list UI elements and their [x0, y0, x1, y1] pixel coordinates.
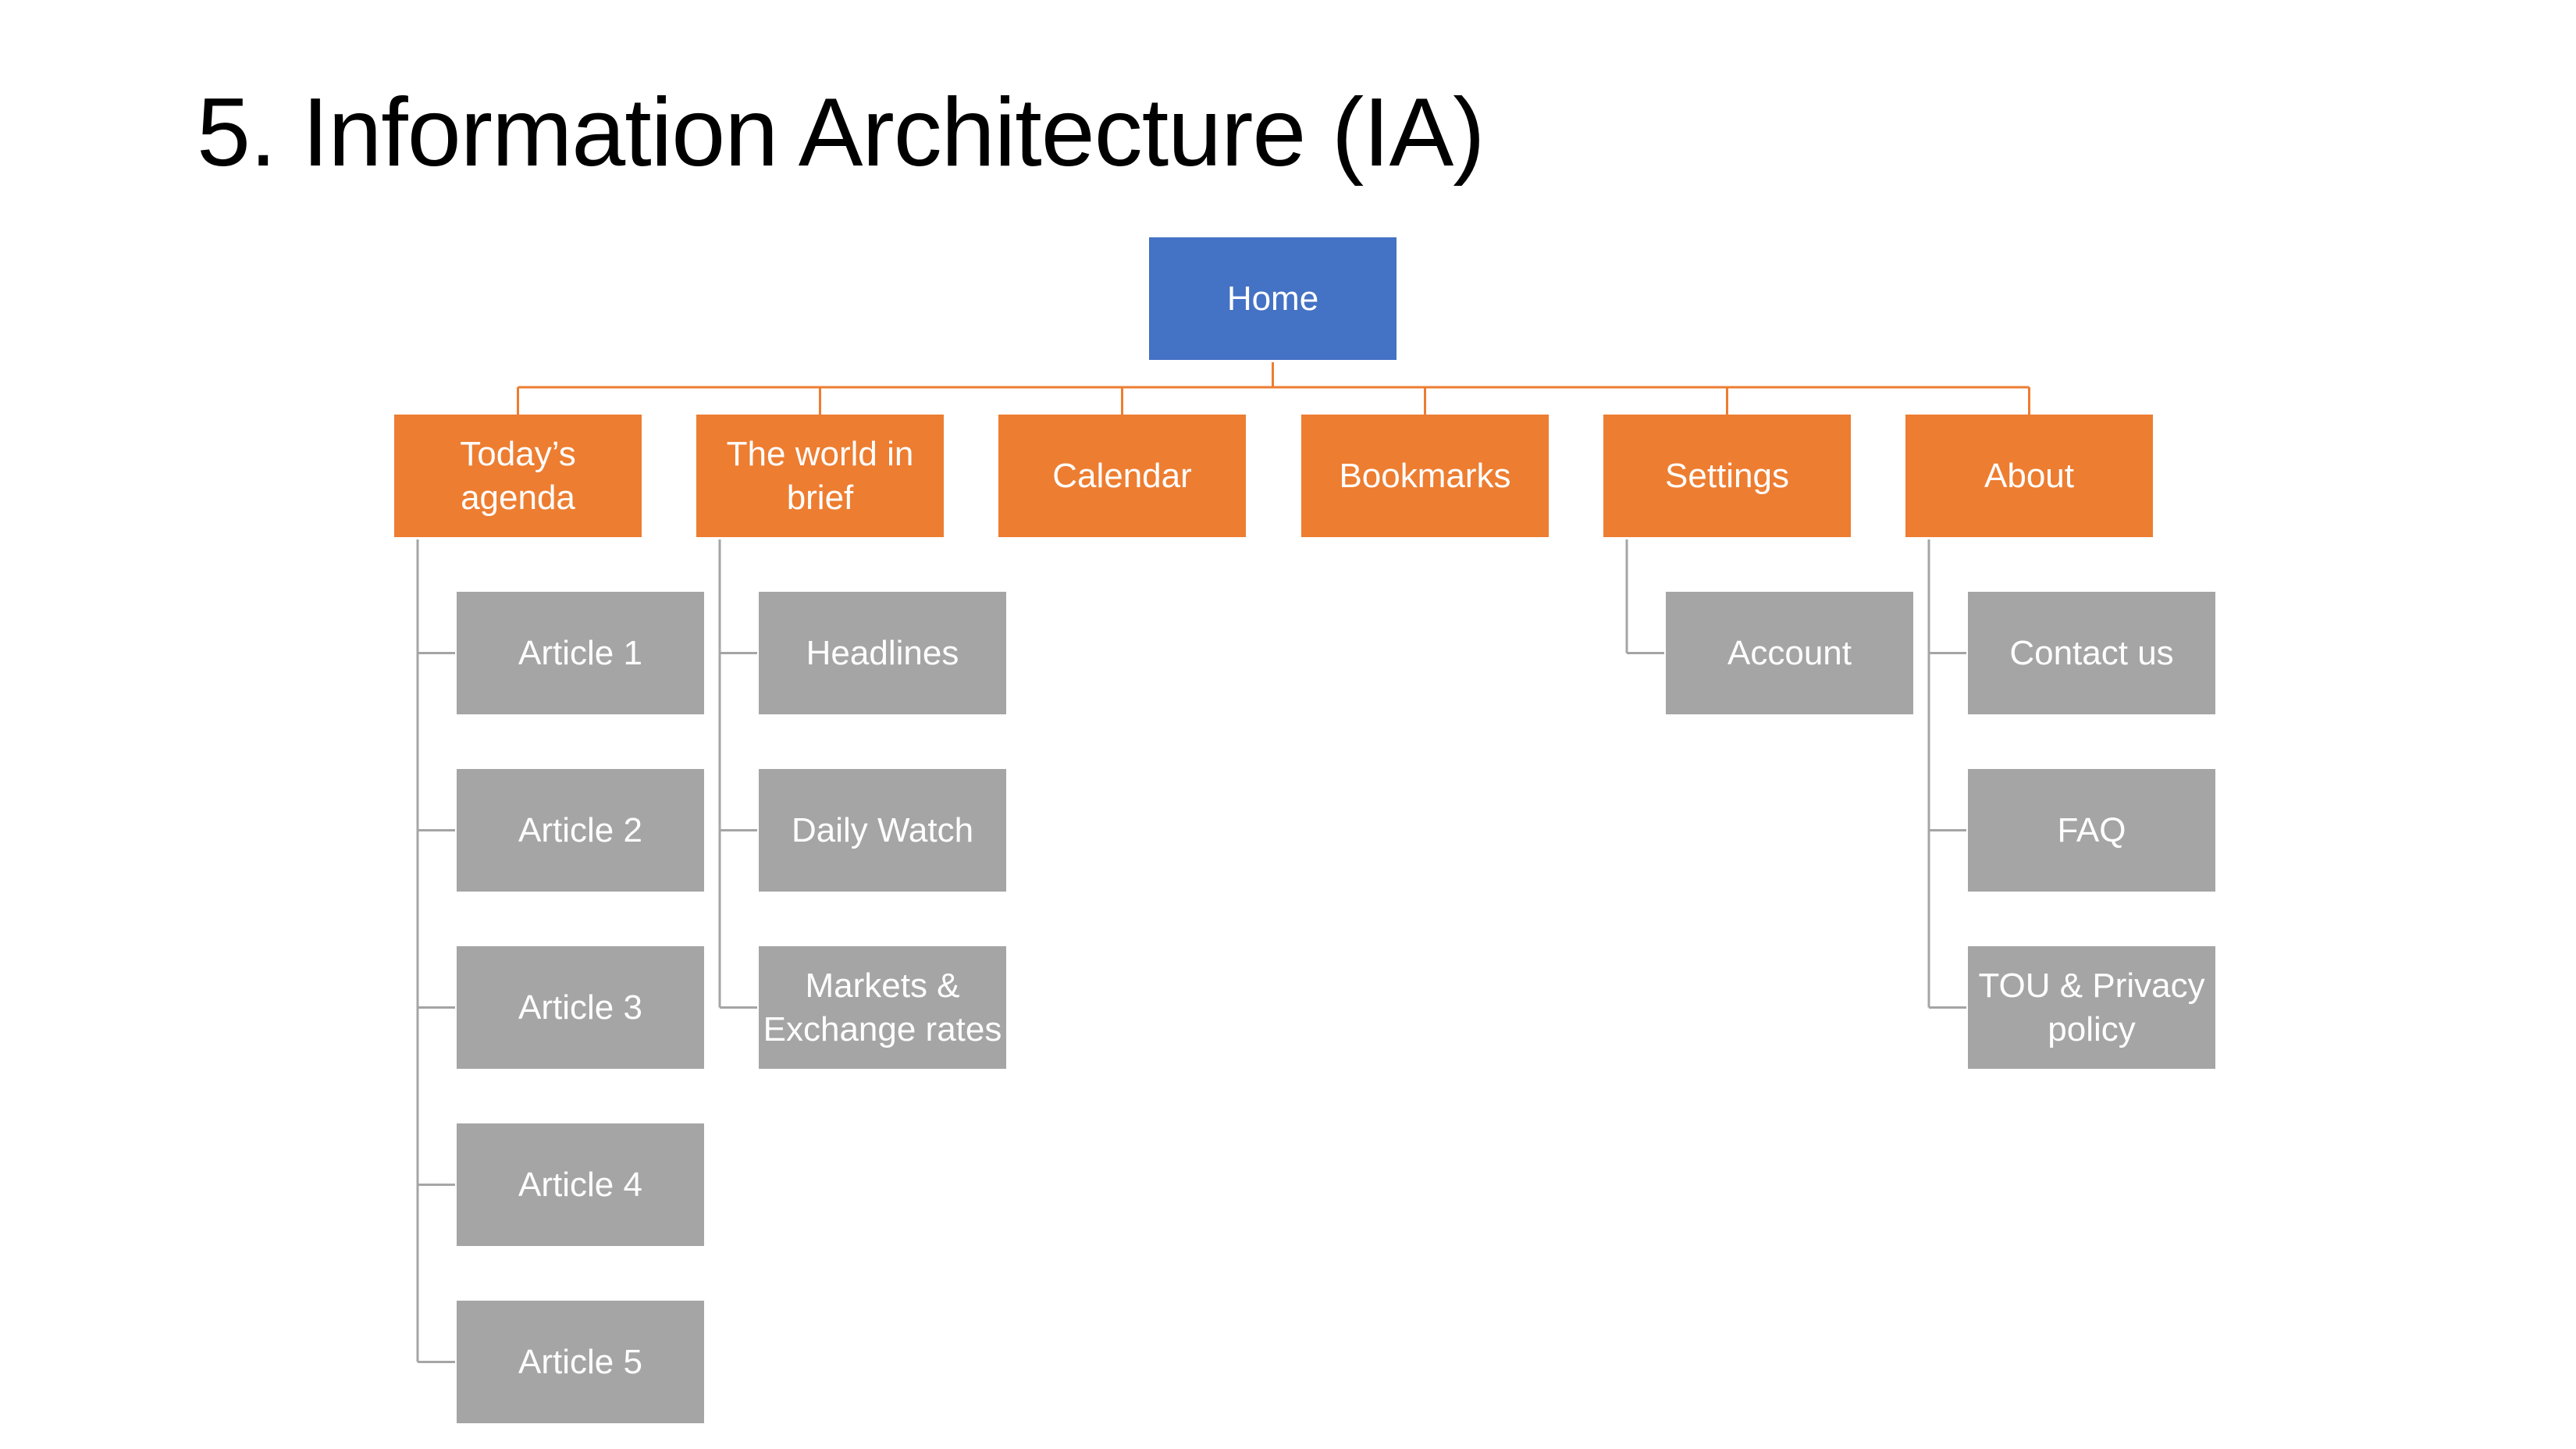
node-section[interactable]: Settings	[1603, 415, 1851, 537]
node-section[interactable]: Calendar	[998, 415, 1246, 537]
node-page[interactable]: Article 1	[457, 592, 704, 714]
node-section[interactable]: About	[1905, 415, 2153, 537]
node-page[interactable]: Contact us	[1968, 592, 2215, 714]
node-section[interactable]: Bookmarks	[1301, 415, 1549, 537]
node-page[interactable]: Article 3	[457, 946, 704, 1069]
node-page[interactable]: Account	[1666, 592, 1913, 714]
node-page[interactable]: Article 2	[457, 769, 704, 892]
node-page[interactable]: Headlines	[759, 592, 1006, 714]
node-section[interactable]: The world in brief	[696, 415, 944, 537]
node-page[interactable]: Daily Watch	[759, 769, 1006, 892]
node-home[interactable]: Home	[1149, 237, 1397, 360]
node-page[interactable]: Markets & Exchange rates	[759, 946, 1006, 1069]
node-page[interactable]: Article 5	[457, 1301, 704, 1423]
node-page[interactable]: TOU & Privacy policy	[1968, 946, 2215, 1069]
node-section[interactable]: Today’s agenda	[394, 415, 642, 537]
node-page[interactable]: FAQ	[1968, 769, 2215, 892]
node-page[interactable]: Article 4	[457, 1123, 704, 1246]
connector-lines	[416, 362, 2030, 1363]
